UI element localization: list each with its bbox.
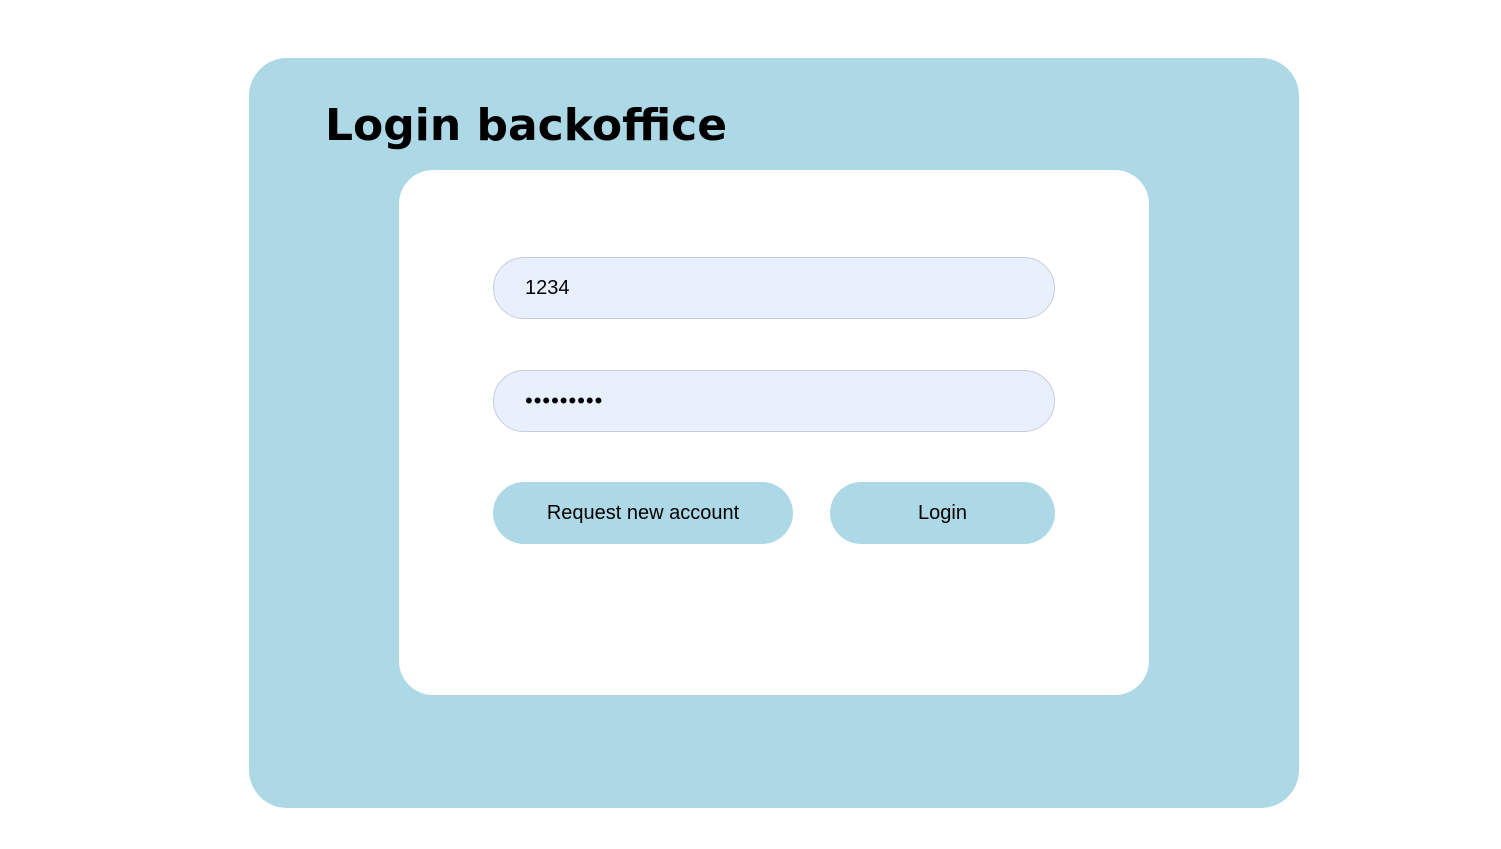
login-form-card: Request new account Login [399, 170, 1149, 695]
password-input[interactable] [493, 370, 1055, 432]
login-button[interactable]: Login [830, 482, 1055, 544]
login-panel: Login backoffice Request new account Log… [249, 58, 1299, 808]
username-input[interactable] [493, 257, 1055, 319]
request-new-account-button[interactable]: Request new account [493, 482, 793, 544]
page-title: Login backoffice [325, 100, 728, 151]
